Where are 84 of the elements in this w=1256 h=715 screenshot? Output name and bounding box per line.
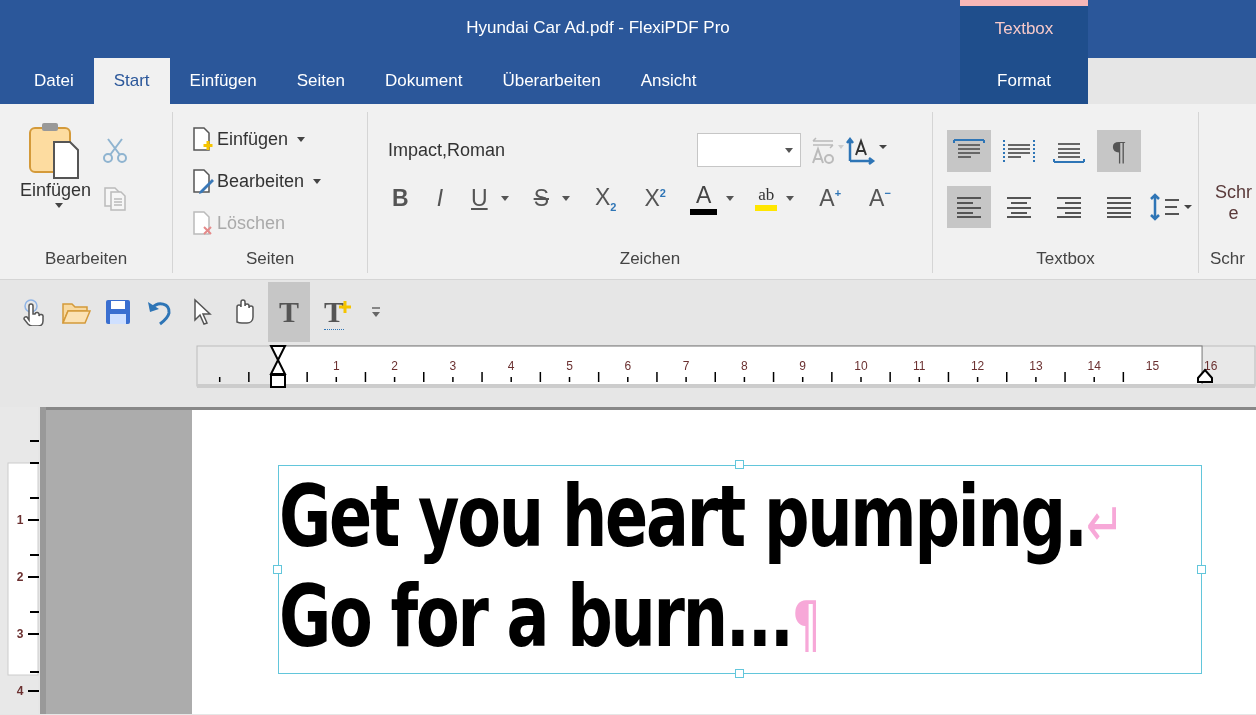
group-label: Textbox [1035, 249, 1096, 270]
ribbon-tab[interactable]: Ansicht [620, 58, 717, 104]
ruler-number: 10 [854, 359, 868, 373]
page-x-icon [191, 210, 215, 236]
caret-icon [784, 146, 794, 154]
align-icon [1004, 195, 1034, 219]
ribbon-tab[interactable]: Format [960, 58, 1088, 104]
ruler-number: 2 [16, 570, 24, 584]
dropdown-caret-icon[interactable] [561, 194, 571, 202]
ruler-number: 1 [332, 359, 340, 373]
group-label: Bearbeiten [43, 249, 129, 270]
resize-handle[interactable] [735, 460, 744, 469]
page-action-button[interactable]: Einfügen [191, 120, 367, 158]
resize-handle[interactable] [1197, 565, 1206, 574]
align-button[interactable] [947, 186, 991, 228]
ruler-number: 4 [507, 359, 515, 373]
ruler-number: 13 [1029, 359, 1043, 373]
ruler-number: 14 [1087, 359, 1101, 373]
page-action-button[interactable]: Bearbeiten [191, 162, 367, 200]
ruler-number: 5 [566, 359, 573, 373]
ruler-number: 1 [16, 513, 24, 527]
formatting-mark: ↵ [1085, 490, 1125, 560]
indent-marker-icon[interactable] [269, 344, 287, 390]
font-color-button[interactable]: A [689, 181, 718, 215]
resize-handle[interactable] [735, 669, 744, 678]
align-icon [1104, 195, 1134, 219]
text-direction-icon[interactable] [845, 135, 889, 165]
ruler-number: 15 [1145, 359, 1160, 373]
ribbon-tab[interactable]: Start [93, 58, 170, 104]
line-spacing-icon[interactable] [1147, 192, 1195, 222]
vertical-align-button[interactable] [947, 130, 991, 172]
text-tool-button[interactable]: T [268, 282, 310, 342]
ribbon-tab[interactable]: Dokument [364, 58, 483, 104]
resize-handle[interactable] [273, 565, 282, 574]
italic-button[interactable]: I [432, 184, 447, 212]
headline-text: Go for a burn... [279, 566, 792, 666]
underline-button[interactable]: U [467, 184, 492, 212]
ruler-number: 3 [16, 627, 24, 641]
align-icon [954, 195, 984, 219]
dropdown-caret-icon[interactable] [499, 194, 510, 202]
formatting-marks-button[interactable]: ¶ [1097, 130, 1141, 172]
dropdown-caret-icon[interactable] [725, 194, 736, 202]
ribbon-tab[interactable]: Datei [14, 58, 94, 104]
ribbon-tab[interactable]: Überarbeiten [482, 58, 621, 104]
context-label: Textbox [994, 19, 1054, 39]
text-lines-icon [1001, 137, 1037, 165]
ruler-number: 12 [970, 359, 985, 373]
toolbar-button[interactable]: T [316, 282, 352, 342]
ruler-number: 6 [624, 359, 632, 373]
ribbon-tab[interactable]: Einfügen [169, 58, 277, 104]
group-label: Seiten [244, 249, 296, 270]
paste-button[interactable]: Einfügen [20, 120, 92, 249]
highlight-button[interactable]: ab [755, 185, 778, 211]
page-pencil-icon [191, 168, 215, 194]
format-button[interactable]: A$^{+}$ [815, 184, 846, 212]
group-label: Schr [1209, 249, 1246, 270]
strikethrough-button[interactable]: S [529, 184, 553, 212]
ruler-number: 3 [449, 359, 457, 373]
ruler-number: 9 [799, 359, 807, 373]
caret-icon [312, 177, 323, 185]
ruler-number: 4 [16, 684, 24, 698]
text-box[interactable]: Get you heart pumping.↵ Go for a burn...¶ [278, 465, 1202, 674]
ruler-number: 2 [391, 359, 398, 373]
caret-icon [53, 201, 64, 209]
formatting-mark: ¶ [791, 590, 821, 660]
ruler-number: 8 [741, 359, 748, 373]
headline-text: Get you heart pumping. [279, 466, 1086, 566]
page-plus-icon [191, 126, 215, 152]
format-button[interactable]: A$^{−}$ [865, 184, 895, 212]
dropdown-caret-icon[interactable] [785, 194, 796, 202]
ribbon-tab[interactable]: Seiten [276, 58, 365, 104]
align-icon [1054, 195, 1084, 219]
ribbon-button[interactable]: Schr e [1215, 182, 1252, 249]
ruler-number: 11 [913, 359, 926, 373]
format-button[interactable]: X$^{2}$ [640, 184, 670, 212]
ruler-number: 7 [682, 359, 690, 373]
bold-button[interactable]: B [388, 184, 413, 212]
font-name[interactable]: Impact,Roman [388, 139, 697, 161]
save-icon [104, 298, 132, 326]
window-title: Hyundai Car Ad.pdf - FlexiPDF Pro [466, 18, 730, 39]
ruler-number: 16 [1204, 359, 1218, 373]
caret-icon [296, 135, 307, 143]
group-label: Zeichen [618, 249, 682, 270]
format-button[interactable]: X$_{2}$ [591, 183, 621, 213]
